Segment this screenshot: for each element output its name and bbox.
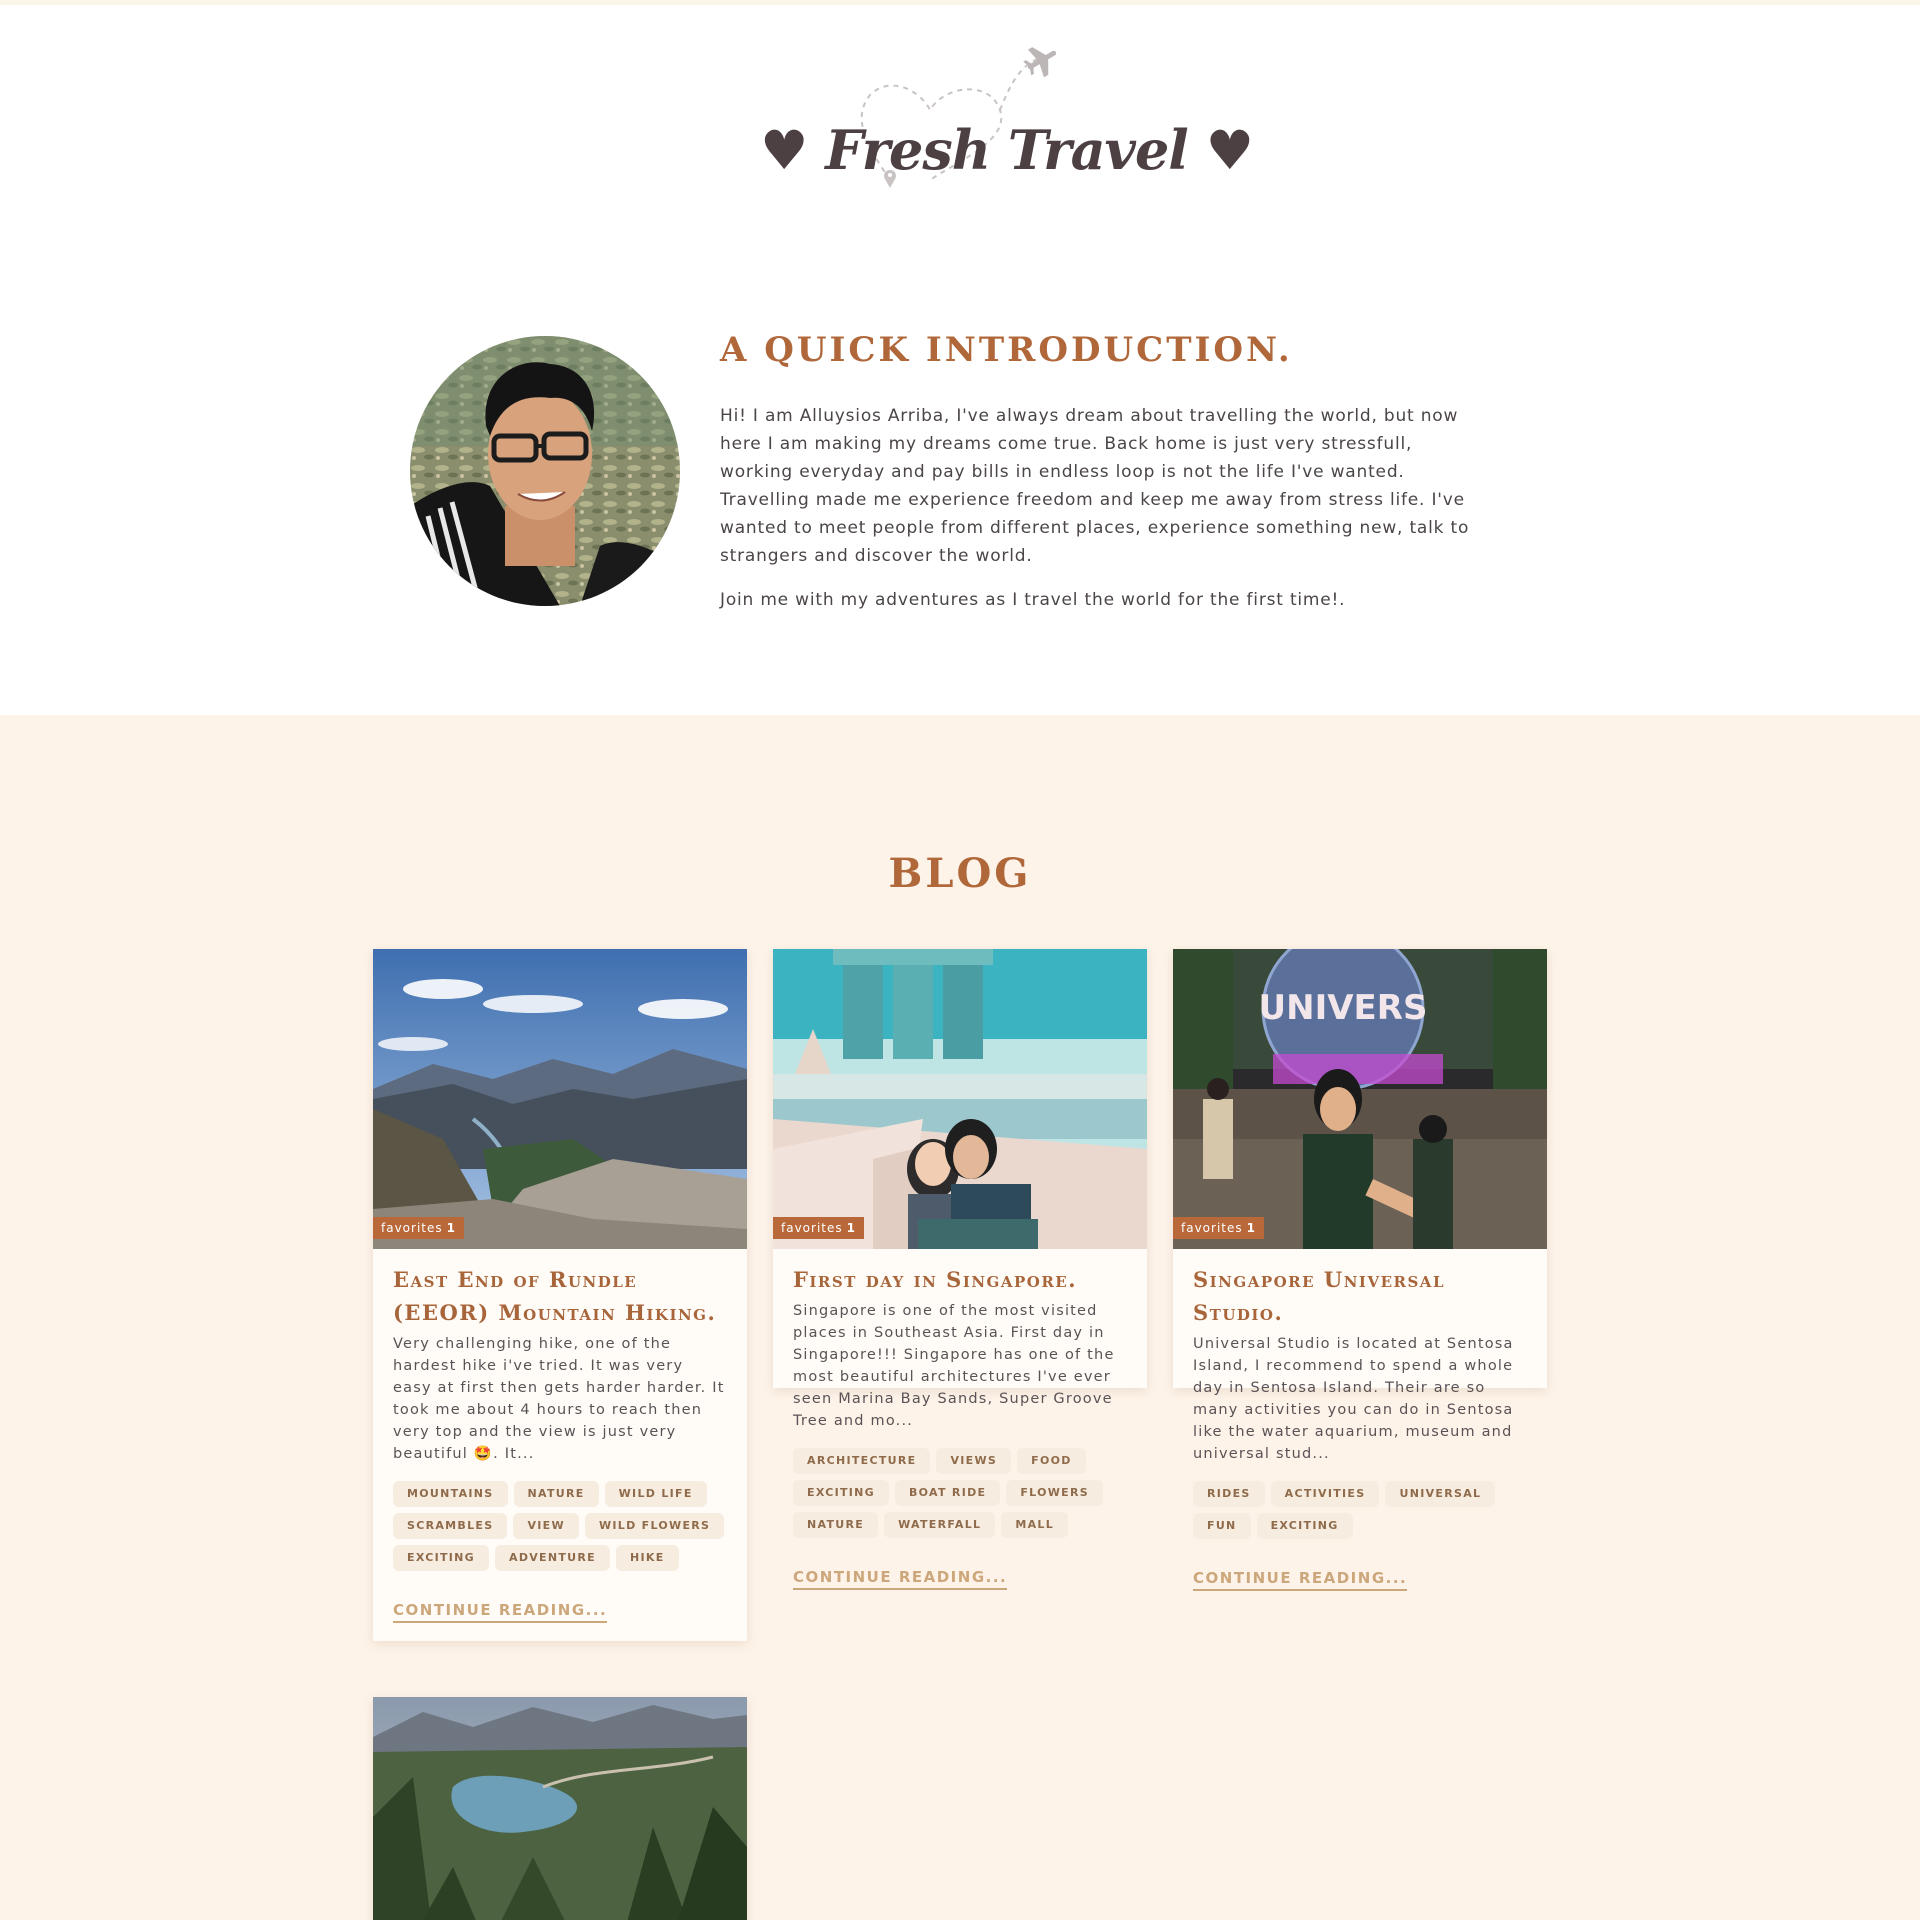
tag-list: Mountains Nature Wild Life Scrambles Vie…	[393, 1481, 727, 1571]
intro-paragraph: Hi! I am Alluysios Arriba, I've always d…	[720, 406, 1470, 566]
blog-card: favorites 1 First day in Singapore. Singa…	[773, 949, 1147, 1590]
tag-list: Rides Activities Universal Fun Exciting	[1193, 1481, 1527, 1539]
lake-forest-photo	[373, 1697, 747, 1920]
intro-paragraph: Join me with my adventures as I travel t…	[720, 590, 1346, 610]
card-image-link[interactable]: favorites 1	[773, 949, 1147, 1249]
top-strip	[0, 0, 1920, 5]
favorites-label: favorites	[1181, 1221, 1243, 1235]
tag-list: Architecture Views Food Exciting Boat Ri…	[793, 1448, 1127, 1538]
mountain-photo	[373, 949, 747, 1249]
card-title[interactable]: Singapore Universal Studio.	[1193, 1263, 1527, 1329]
favorites-count: 1	[446, 1221, 456, 1235]
tag[interactable]: Scrambles	[393, 1513, 508, 1539]
blog-card: UNIVERS favorites 1 Singapore Universal S…	[1173, 949, 1547, 1591]
card-excerpt: Very challenging hike, one of the hardes…	[393, 1336, 725, 1462]
tag[interactable]: Exciting	[1256, 1513, 1353, 1539]
card-excerpt: Universal Studio is located at Sentosa I…	[1193, 1336, 1514, 1462]
card-image-link[interactable]: UNIVERS favorites 1	[1173, 949, 1547, 1249]
card-title[interactable]: First day in Singapore.	[793, 1263, 1127, 1296]
tag[interactable]: Rides	[1193, 1481, 1265, 1507]
continue-reading-link[interactable]: Continue reading...	[393, 1601, 608, 1623]
intro-title: A QUICK INTRODUCTION.	[720, 330, 1293, 370]
tag[interactable]: Nature	[793, 1512, 879, 1538]
blog-card	[373, 1697, 747, 1920]
blog-card: favorites 1 East End of Rundle (EEOR) Mou…	[373, 949, 747, 1641]
favorites-label: favorites	[781, 1221, 843, 1235]
singapore-photo	[773, 949, 1147, 1249]
favorites-badge: favorites 1	[373, 1217, 464, 1239]
tag[interactable]: Fun	[1193, 1513, 1251, 1539]
continue-reading-link[interactable]: Continue reading...	[793, 1568, 1008, 1590]
tag[interactable]: Mountains	[393, 1481, 508, 1507]
tag[interactable]: Mall	[1001, 1512, 1069, 1538]
blog-heading: BLOG	[888, 850, 1032, 897]
airplane-icon	[1023, 47, 1057, 78]
site-title: ♥ Fresh Travel ♥	[760, 118, 1254, 182]
tag[interactable]: Universal	[1385, 1481, 1496, 1507]
tag[interactable]: Exciting	[393, 1545, 489, 1571]
tag[interactable]: Flowers	[1006, 1480, 1103, 1506]
tag[interactable]: Exciting	[793, 1480, 889, 1506]
tag[interactable]: Wild Life	[604, 1481, 707, 1507]
continue-reading-link[interactable]: Continue reading...	[1193, 1569, 1408, 1591]
intro-text: Hi! I am Alluysios Arriba, I've always d…	[720, 402, 1490, 614]
blog-section: BLOG favorites 1 East End of Rundle (EEO…	[0, 715, 1920, 1920]
tag[interactable]: Architecture	[793, 1448, 931, 1474]
favorites-badge: favorites 1	[1173, 1217, 1264, 1239]
favorites-badge: favorites 1	[773, 1217, 864, 1239]
favorites-count: 1	[846, 1221, 856, 1235]
tag[interactable]: Adventure	[495, 1545, 610, 1571]
tag[interactable]: Hike	[616, 1545, 679, 1571]
tag[interactable]: Wild Flowers	[584, 1513, 725, 1539]
avatar	[410, 336, 680, 606]
card-excerpt: Singapore is one of the most visited pla…	[793, 1303, 1115, 1429]
tag[interactable]: Waterfall	[884, 1512, 996, 1538]
universal-sign: UNIVERS	[1259, 988, 1428, 1028]
tag[interactable]: Boat Ride	[895, 1480, 1001, 1506]
tag[interactable]: Activities	[1270, 1481, 1380, 1507]
card-image-link[interactable]	[373, 1697, 747, 1920]
tag[interactable]: Food	[1017, 1448, 1086, 1474]
tag[interactable]: Views	[936, 1448, 1012, 1474]
tag[interactable]: Nature	[513, 1481, 599, 1507]
universal-studio-photo: UNIVERS	[1173, 949, 1547, 1249]
favorites-count: 1	[1246, 1221, 1256, 1235]
favorites-label: favorites	[381, 1221, 443, 1235]
card-title[interactable]: East End of Rundle (EEOR) Mountain Hikin…	[393, 1263, 727, 1329]
tag[interactable]: View	[513, 1513, 579, 1539]
card-image-link[interactable]: favorites 1	[373, 949, 747, 1249]
site-logo[interactable]: ♥ Fresh Travel ♥	[760, 40, 1254, 200]
